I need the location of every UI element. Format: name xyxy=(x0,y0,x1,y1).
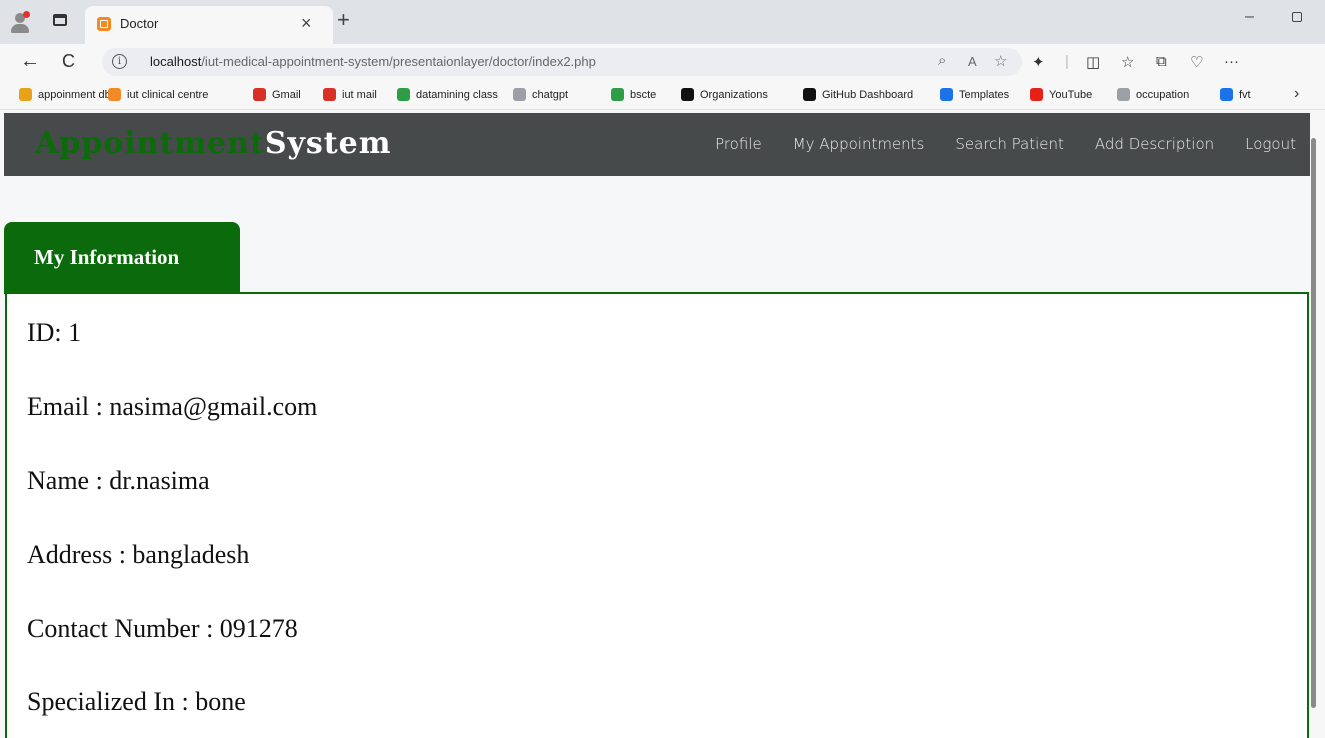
brand-part-appointment: Appointment xyxy=(35,126,265,161)
bookmark-item[interactable]: iut mail xyxy=(323,88,377,101)
tab-actions-icon[interactable] xyxy=(53,14,67,26)
back-arrow-icon[interactable]: ← xyxy=(20,50,40,73)
bookmark-label: fvt xyxy=(1239,88,1251,101)
read-aloud-icon[interactable]: A xyxy=(968,54,977,69)
bookmark-favicon-icon xyxy=(253,88,266,101)
nav-search-patient[interactable]: Search Patient xyxy=(955,135,1064,153)
field-name: Name : dr.nasima xyxy=(27,466,210,495)
bookmark-item[interactable]: appoinment db xyxy=(19,88,111,101)
bookmark-label: appoinment db xyxy=(38,88,111,101)
bookmark-item[interactable]: Organizations xyxy=(681,88,768,101)
browser-tab[interactable]: Doctor × xyxy=(85,6,333,44)
url-text: localhost/iut-medical-appointment-system… xyxy=(150,54,596,69)
site-logo[interactable]: AppointmentSystem xyxy=(35,126,392,161)
favorite-star-icon[interactable]: ☆ xyxy=(994,52,1007,70)
field-contact-number: Contact Number : 091278 xyxy=(27,614,298,643)
tab-title: Doctor xyxy=(120,16,159,31)
bookmark-favicon-icon xyxy=(611,88,624,101)
field-address: Address : bangladesh xyxy=(27,540,250,569)
bookmark-label: GitHub Dashboard xyxy=(822,88,914,101)
bookmark-item[interactable]: chatgpt xyxy=(513,88,568,101)
bookmark-favicon-icon xyxy=(681,88,694,101)
bookmark-favicon-icon xyxy=(397,88,410,101)
bookmark-favicon-icon xyxy=(940,88,953,101)
bookmark-favicon-icon xyxy=(19,88,32,101)
tab-close-icon[interactable]: × xyxy=(301,13,312,34)
bookmark-label: Gmail xyxy=(272,88,301,101)
site-info-icon[interactable]: i xyxy=(112,54,127,69)
site-navbar: AppointmentSystem Profile My Appointment… xyxy=(4,113,1310,176)
bookmark-favicon-icon xyxy=(513,88,526,101)
information-panel: ID: 1 Email : nasima@gmail.com Name : dr… xyxy=(5,292,1309,738)
browser-tab-bar: Doctor × + – xyxy=(0,0,1325,44)
field-email: Email : nasima@gmail.com xyxy=(27,392,318,421)
favorites-icon[interactable]: ☆ xyxy=(1121,53,1134,71)
bookmark-favicon-icon xyxy=(1117,88,1130,101)
bookmark-item[interactable]: fvt xyxy=(1220,88,1251,101)
address-row: ← C i localhost/iut-medical-appointment-… xyxy=(0,44,1325,80)
bookmark-label: chatgpt xyxy=(532,88,569,101)
bookmark-favicon-icon xyxy=(1220,88,1233,101)
browser-essentials-icon[interactable]: ♡ xyxy=(1190,53,1203,71)
bookmark-favicon-icon xyxy=(323,88,336,101)
url-host: localhost xyxy=(150,54,202,69)
profile-icon[interactable] xyxy=(8,10,32,34)
more-menu-icon[interactable]: ··· xyxy=(1224,53,1239,70)
nav-add-description[interactable]: Add Description xyxy=(1095,135,1214,153)
field-specialized-in: Specialized In : bone xyxy=(27,687,246,716)
minimize-button[interactable]: – xyxy=(1245,8,1254,26)
bookmark-favicon-icon xyxy=(1030,88,1043,101)
my-information-title: My Information xyxy=(34,245,180,269)
collections-icon[interactable]: ⧉ xyxy=(1156,53,1167,70)
nav-my-appointments[interactable]: My Appointments xyxy=(793,135,925,153)
nav-links: Profile My Appointments Search Patient A… xyxy=(715,135,1310,153)
bookmarks-overflow-icon[interactable]: › xyxy=(1294,85,1299,103)
nav-profile[interactable]: Profile xyxy=(715,135,762,153)
bookmark-label: iut clinical centre xyxy=(127,88,209,101)
scrollbar-thumb[interactable] xyxy=(1311,138,1316,708)
bookmark-label: bscte xyxy=(630,88,657,101)
bookmark-item[interactable]: datamining class xyxy=(397,88,498,101)
restore-window-icon[interactable] xyxy=(1292,12,1302,22)
bookmark-item[interactable]: occupation xyxy=(1117,88,1189,101)
bookmarks-bar: appoinment db iut clinical centre Gmail iut… xyxy=(0,80,1325,110)
my-information-tab[interactable]: My Information xyxy=(4,222,240,294)
new-tab-button[interactable]: + xyxy=(337,7,350,33)
bookmark-label: YouTube xyxy=(1049,88,1093,101)
bookmark-label: Templates xyxy=(959,88,1010,101)
bookmark-item[interactable]: Gmail xyxy=(253,88,301,101)
toolbar-divider: | xyxy=(1065,53,1069,70)
extensions-icon[interactable]: ✦ xyxy=(1032,53,1045,71)
split-screen-icon[interactable]: ◫ xyxy=(1086,53,1100,71)
brand-part-system: System xyxy=(264,126,392,161)
bookmark-label: iut mail xyxy=(342,88,377,101)
field-id: ID: 1 xyxy=(27,318,82,347)
bookmark-item[interactable]: GitHub Dashboard xyxy=(803,88,913,101)
refresh-icon[interactable]: C xyxy=(62,51,75,72)
nav-logout[interactable]: Logout xyxy=(1245,135,1296,153)
page-scrollbar[interactable] xyxy=(1310,113,1325,738)
bookmark-label: Organizations xyxy=(700,88,768,101)
zoom-icon[interactable]: ⌕ xyxy=(938,52,946,69)
bookmark-favicon-icon xyxy=(803,88,816,101)
url-path: /iut-medical-appointment-system/presenta… xyxy=(201,54,596,69)
xampp-favicon-icon xyxy=(97,17,111,31)
bookmark-item[interactable]: Templates xyxy=(940,88,1009,101)
address-bar[interactable]: i localhost/iut-medical-appointment-syst… xyxy=(102,48,1022,76)
bookmark-favicon-icon xyxy=(108,88,121,101)
bookmark-label: occupation xyxy=(1136,88,1190,101)
bookmark-label: datamining class xyxy=(416,88,498,101)
bookmark-item[interactable]: YouTube xyxy=(1030,88,1092,101)
bookmark-item[interactable]: iut clinical centre xyxy=(108,88,208,101)
bookmark-item[interactable]: bscte xyxy=(611,88,656,101)
